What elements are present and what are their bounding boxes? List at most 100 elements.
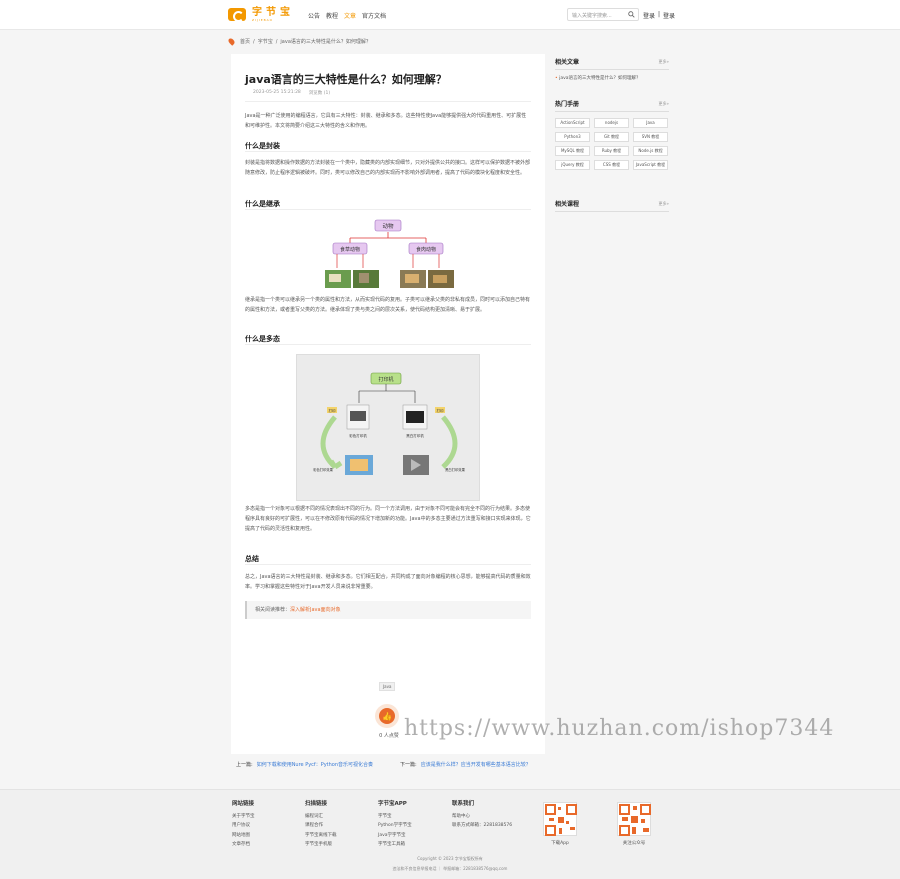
poly-right-label: 黑白打印机 — [406, 433, 424, 438]
search-placeholder: 输入关键字搜索... — [572, 13, 612, 19]
footer-col-app: 字节宝APP 字节宝 Python学字节宝 Java学字节宝 字节宝工具箱 — [378, 800, 412, 850]
footer-col-links: 网站链接 关于字节宝 用户协议 网站地图 文章存档 — [232, 800, 255, 850]
login-link[interactable]: 登录 — [643, 11, 655, 20]
like-button[interactable]: 👍 — [375, 704, 399, 728]
logo-subtext: ZIJIEBAO — [252, 18, 274, 22]
footer-link[interactable]: 字节宝 — [378, 814, 392, 819]
site-logo[interactable]: 字节宝 ZIJIEBAO — [228, 7, 294, 22]
manual-item[interactable]: MySQL 教程 — [555, 146, 590, 156]
footer-link[interactable]: 编程词汇 — [305, 814, 323, 819]
nav-docs[interactable]: 官方文档 — [362, 11, 386, 20]
manual-item[interactable]: jQuery 教程 — [555, 160, 590, 170]
diagram-right-label: 食肉动物 — [416, 246, 436, 253]
search-icon[interactable] — [628, 11, 635, 18]
breadcrumb: 首页 / 字节宝 / java语言的三大特性是什么？如何理解？ — [227, 37, 371, 46]
polymorphism-diagram: 打印机 打印 打印 彩色打印机 黑白打印机 彩色打印效果 黑白打印效果 — [296, 354, 480, 501]
nav-announcement[interactable]: 公告 — [308, 11, 320, 20]
logo-icon — [228, 8, 246, 22]
poly-left-label: 彩色打印机 — [349, 433, 367, 438]
footer-link[interactable]: 用户协议 — [232, 823, 250, 828]
logo-text: 字节宝 — [252, 7, 294, 18]
thumbs-up-icon: 👍 — [382, 711, 392, 721]
breadcrumb-current: java语言的三大特性是什么？如何理解？ — [280, 39, 371, 45]
heading-summary: 总结 — [245, 555, 259, 563]
footer-col-scan: 扫描链接 编程词汇 课程合作 字节宝离线下载 字节宝手机版 — [305, 800, 337, 850]
related-more-link[interactable]: 更多» — [659, 59, 669, 65]
prev-label: 上一篇: — [236, 762, 253, 768]
footer-contact-email: 联系方式邮箱：2281838576 — [452, 823, 513, 828]
next-label: 下一篇: — [400, 762, 417, 768]
footer-link[interactable]: Python学字节宝 — [378, 823, 412, 828]
manual-item[interactable]: Java — [633, 118, 668, 128]
inheritance-diagram: 动物 食草动物 食肉动物 — [325, 219, 454, 288]
manual-item[interactable]: Python3 — [555, 132, 590, 142]
article-views: 浏览数 (1) — [308, 91, 331, 96]
watermark-text: https://www.huzhan.com/ishop7344 — [404, 716, 835, 741]
footer-link[interactable]: 帮助中心 — [452, 814, 470, 819]
manual-item[interactable]: CSS 教程 — [594, 160, 629, 170]
register-link[interactable]: 登录 — [663, 11, 675, 20]
search-input[interactable]: 输入关键字搜索... — [567, 8, 639, 21]
icp-text: 违法和不良信息举报电话 ｜ 举报邮箱：2281838576@qq.com — [392, 866, 508, 871]
courses-more-link[interactable]: 更多» — [659, 201, 669, 207]
article-title: java语言的三大特性是什么？如何理解？ — [245, 73, 447, 86]
related-item[interactable]: java语言的三大特性是什么？如何理解？ — [559, 76, 640, 81]
manuals-title: 热门手册 — [555, 101, 580, 108]
article-date: 2023-05-25 15:21:28 — [253, 90, 301, 95]
manual-item[interactable]: Node.js 教程 — [633, 146, 668, 156]
footer-link[interactable]: 网站地图 — [232, 833, 250, 838]
intro-paragraph: Java是一种广泛使用的编程语言，它具有三大特性：封装、继承和多态。这些特性使J… — [245, 113, 527, 129]
footer-link[interactable]: 字节宝手机版 — [305, 842, 332, 847]
footer-col-title: 联系我们 — [452, 801, 475, 807]
manual-item[interactable]: SVN 教程 — [633, 132, 668, 142]
article-tag[interactable]: Java — [379, 682, 396, 691]
related-quote: 相关阅读推荐：深入解析Java面向对象 — [245, 601, 531, 619]
quote-link[interactable]: 深入解析Java面向对象 — [290, 607, 341, 613]
nav-article[interactable]: 文章 — [344, 11, 356, 20]
top-header: 字节宝 ZIJIEBAO 公告 教程 文章 官方文档 输入关键字搜索... 登录… — [0, 0, 900, 30]
footer-link[interactable]: 文章存档 — [232, 842, 250, 847]
polymorphism-paragraph: 多态是指一个对象可以根据不同的情况表现出不同的行为。同一个方法调用，由于对象不同… — [245, 506, 531, 532]
sidebar-manuals: 热门手册 更多» ActionScript nodejs Java Python… — [555, 99, 669, 170]
poly-left-output: 彩色打印效果 — [313, 467, 333, 472]
breadcrumb-section[interactable]: 字节宝 — [258, 38, 273, 45]
footer-link[interactable]: 关于字节宝 — [232, 814, 255, 819]
poly-right-tag: 打印 — [437, 408, 445, 413]
qr-code-wechat — [617, 802, 651, 836]
footer-link[interactable]: Java学字节宝 — [378, 833, 406, 838]
footer-link[interactable]: 字节宝离线下载 — [305, 833, 337, 838]
heading-inheritance: 什么是继承 — [245, 200, 280, 208]
nav-tutorial[interactable]: 教程 — [326, 11, 338, 20]
next-article: 下一篇: 应该是我什么样？应当开发有哪些基本语言比较？ — [400, 761, 531, 768]
summary-paragraph: 总之，Java语言的三大特性是封装、继承和多态。它们相互配合，共同构成了面向对象… — [245, 574, 531, 590]
footer-col-title: 扫描链接 — [305, 801, 328, 807]
manuals-more-link[interactable]: 更多» — [659, 101, 669, 107]
poly-right-output: 黑白打印效果 — [445, 467, 465, 472]
breadcrumb-home[interactable]: 首页 — [240, 38, 250, 45]
inheritance-paragraph: 继承是指一个类可以继承另一个类的属性和方法，从而实现代码的复用。子类可以继承父类… — [245, 297, 531, 313]
courses-title: 相关课程 — [555, 201, 580, 208]
poly-root-label: 打印机 — [378, 376, 393, 383]
poly-left-tag: 打印 — [329, 408, 337, 413]
qr-caption-app: 下载App — [551, 841, 569, 846]
footer-link[interactable]: 课程合作 — [305, 823, 323, 828]
related-title: 相关文章 — [555, 59, 580, 66]
manual-item[interactable]: Ruby 教程 — [594, 146, 629, 156]
site-footer: 网站链接 关于字节宝 用户协议 网站地图 文章存档 扫描链接 编程词汇 课程合作… — [0, 789, 900, 879]
diagram-root-label: 动物 — [382, 222, 394, 230]
sidebar-related: 相关文章 更多» • java语言的三大特性是什么？如何理解？ — [555, 58, 669, 81]
manual-item[interactable]: Git 教程 — [594, 132, 629, 142]
article-card: java语言的三大特性是什么？如何理解？ 2023-05-25 15:21:28… — [231, 54, 545, 754]
heading-underline — [245, 564, 531, 565]
manual-item[interactable]: ActionScript — [555, 118, 590, 128]
prev-link[interactable]: 如何下载和使用Nure Pycf：Python音乐可视化合奏 — [257, 762, 373, 768]
footer-link[interactable]: 字节宝工具箱 — [378, 842, 405, 847]
manual-item[interactable]: nodejs — [594, 118, 629, 128]
encapsulation-paragraph: 封装是指将数据和操作数据的方法封装在一个类中，隐藏类的内部实现细节，只对外提供公… — [245, 160, 531, 176]
article-meta: 2023-05-25 15:21:28 浏览数 (1) — [253, 90, 330, 96]
next-link[interactable]: 应该是我什么样？应当开发有哪些基本语言比较？ — [421, 762, 531, 768]
diagram-left-label: 食草动物 — [340, 246, 360, 253]
manual-item[interactable]: JavaScript 教程 — [633, 160, 668, 170]
auth-links: 登录 | 登录 — [643, 11, 675, 20]
heading-underline — [245, 344, 531, 345]
